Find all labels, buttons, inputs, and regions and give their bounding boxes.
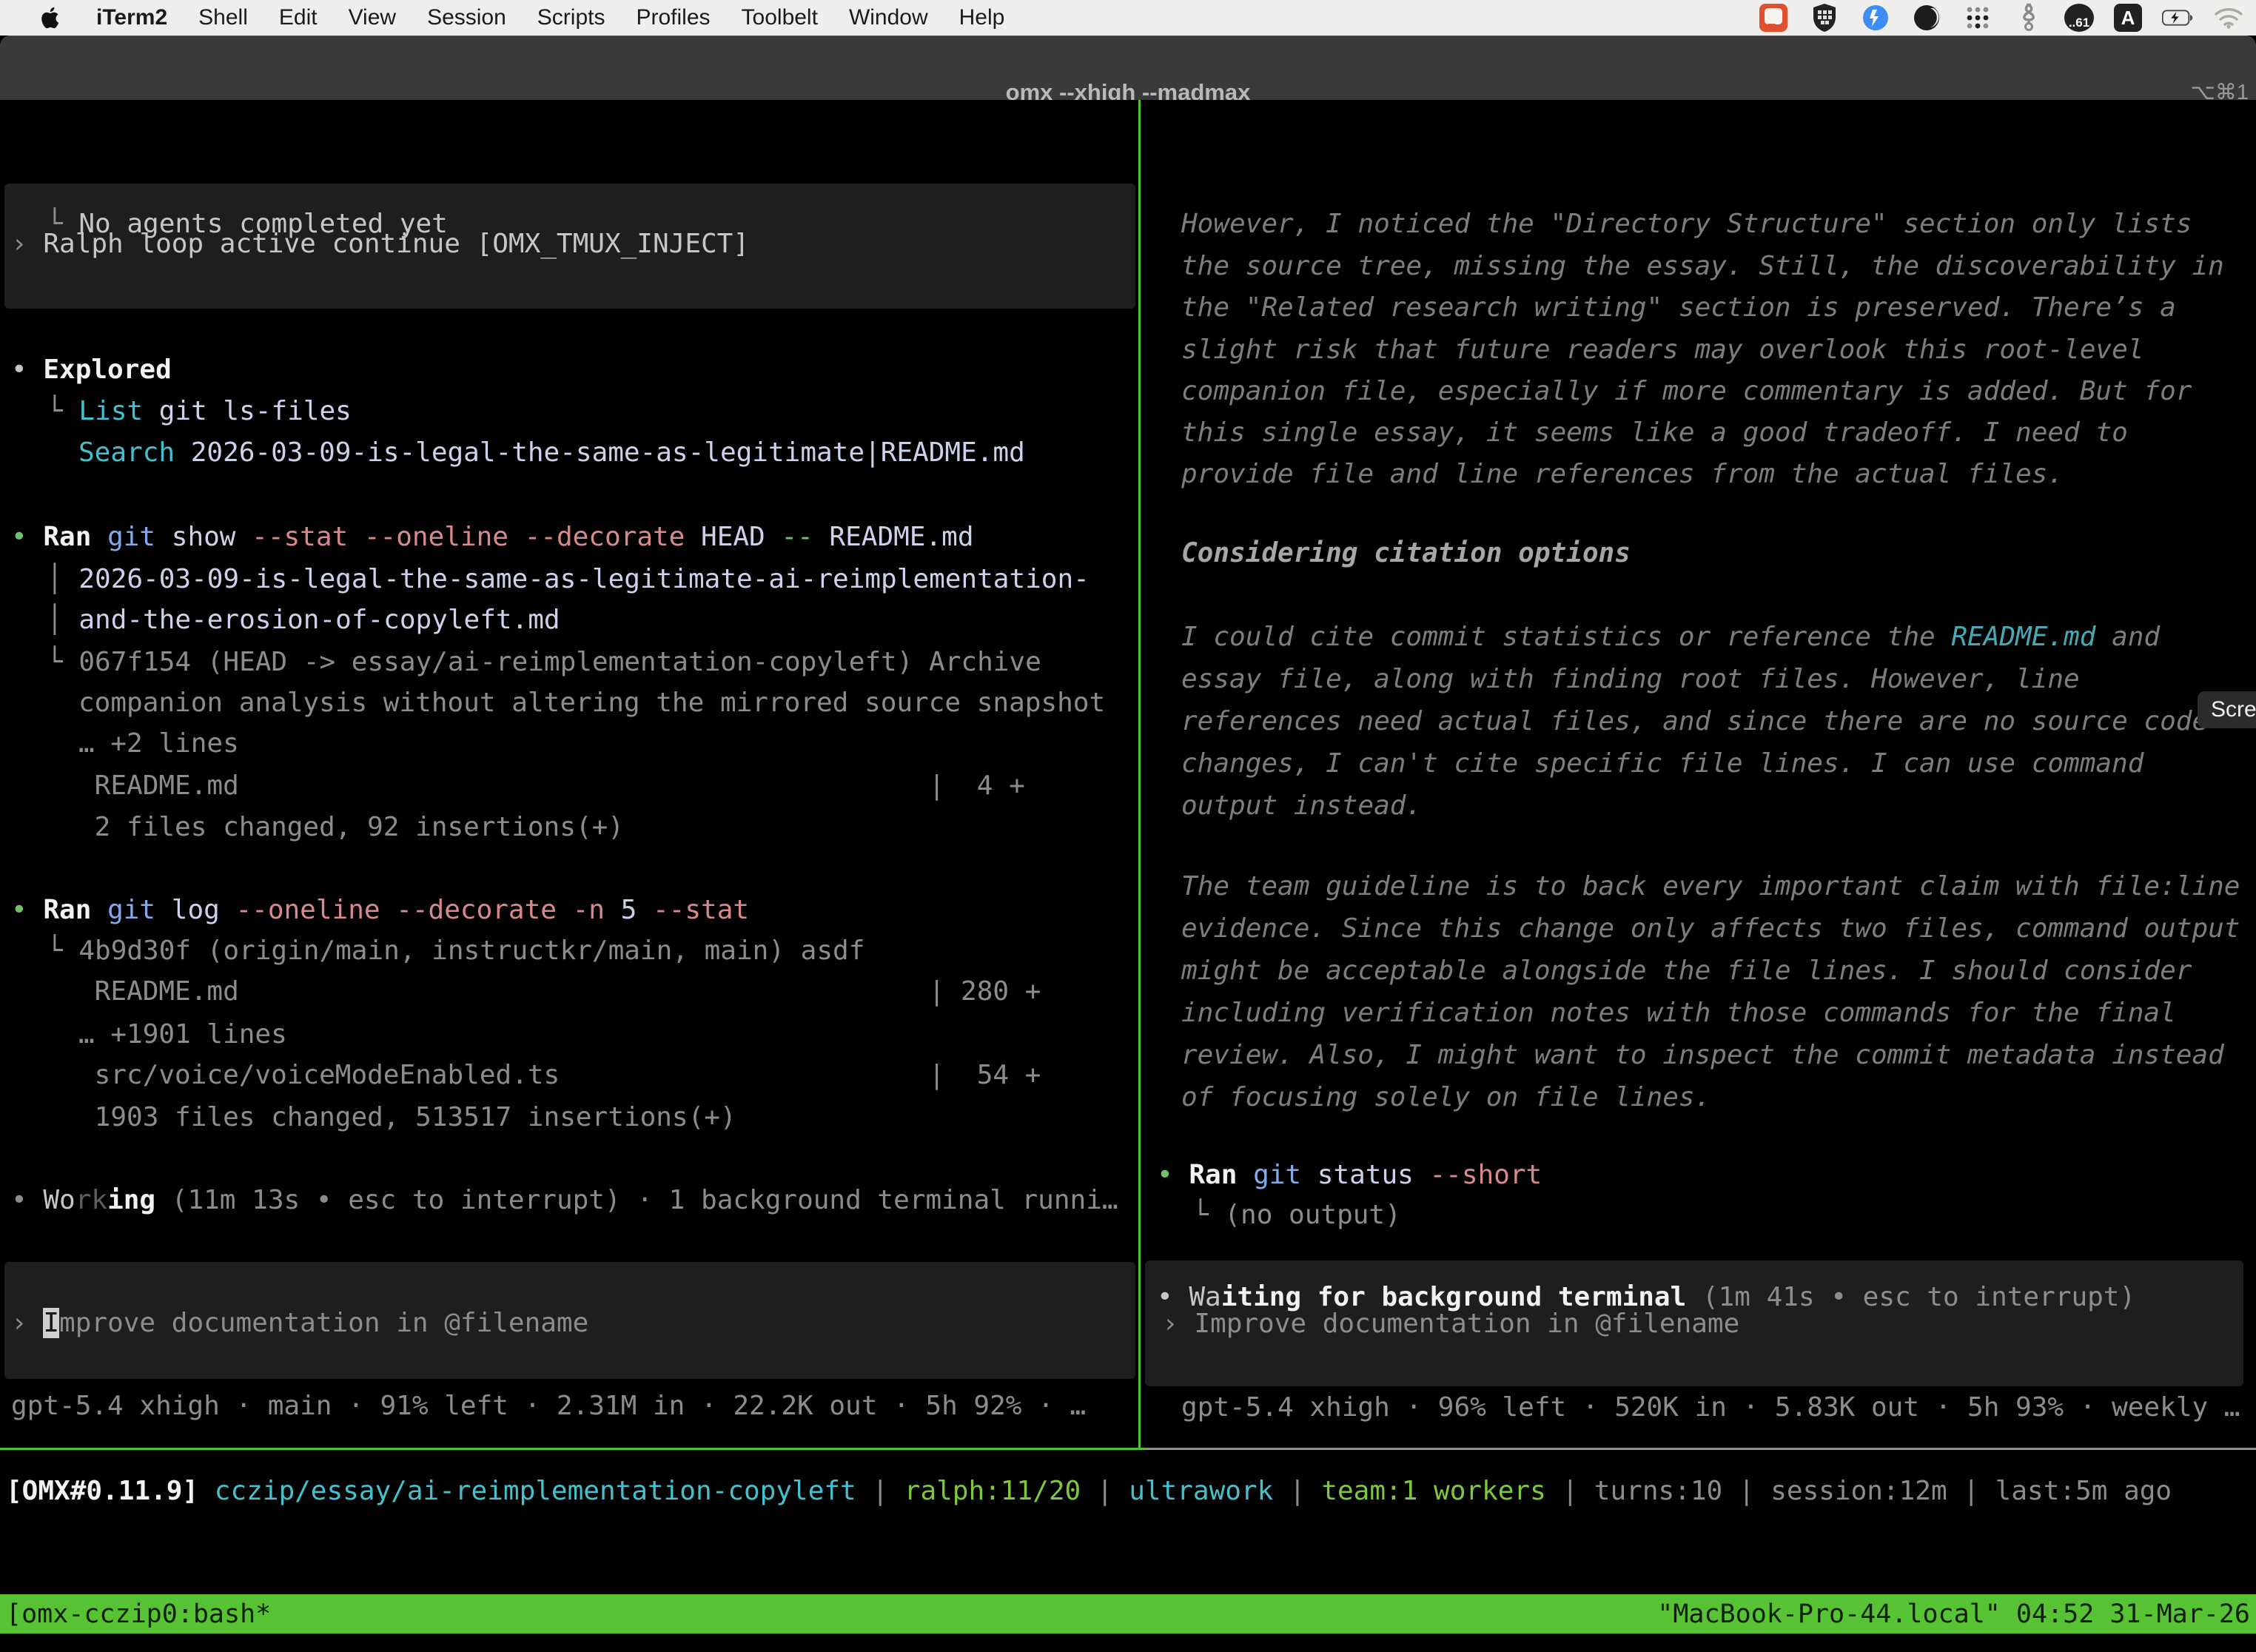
git-output: … +2 lines xyxy=(78,723,239,765)
menu-item-session[interactable]: Session xyxy=(427,5,506,30)
ran-git-log: • Ran git log --oneline --decorate -n 5 … xyxy=(11,890,749,931)
keyboard-a-icon[interactable]: A xyxy=(2114,4,2142,32)
ralph-loop-line: › Ralph loop active continue [OMX_TMUX_I… xyxy=(11,224,749,265)
cmd-continuation: │ and-the-erosion-of-copyleft.md xyxy=(47,600,560,641)
macos-menu-bar: iTerm2 Shell Edit View Session Scripts Profile… xyxy=(0,0,2256,36)
tmux-inactive-pane-border xyxy=(1146,1448,2256,1450)
reasoning-line: The team guideline is to back every impo… xyxy=(1181,866,2240,907)
reasoning-line: of focusing solely on file lines. xyxy=(1181,1077,1711,1118)
prompt-input-left: › Improve documentation in @filename xyxy=(11,1303,588,1344)
battery-icon[interactable] xyxy=(2162,2,2193,33)
git-output: README.md | 4 + xyxy=(78,765,1025,807)
menu-item-profiles[interactable]: Profiles xyxy=(636,5,710,30)
reasoning-line: output instead. xyxy=(1181,785,1422,827)
tmux-pane-divider[interactable] xyxy=(1138,100,1141,1450)
screen: iTerm2 Shell Edit View Session Scripts Profile… xyxy=(0,0,2256,1652)
menu-item-iterm2[interactable]: iTerm2 xyxy=(96,5,167,30)
menu-item-scripts[interactable]: Scripts xyxy=(537,5,605,30)
reasoning-line: including verification notes with those … xyxy=(1181,993,2176,1034)
git-output: └ 4b9d30f (origin/main, instructkr/main,… xyxy=(47,930,865,972)
apple-menu-icon[interactable] xyxy=(34,2,65,33)
blue-badge-icon[interactable] xyxy=(1860,2,1891,33)
shield-icon[interactable] xyxy=(1809,2,1840,33)
reasoning-line: I could cite commit statistics or refere… xyxy=(1181,617,2160,658)
reasoning-heading: Considering citation options xyxy=(1181,533,1631,574)
tmux-status-bar: [omx-cczip0:bash* "MacBook-Pro-44.local"… xyxy=(0,1594,2256,1633)
screen-share-tooltip: Scre xyxy=(2198,691,2256,728)
dots-grid-icon[interactable] xyxy=(1962,2,1993,33)
git-output: companion analysis without altering the … xyxy=(78,682,1105,724)
reasoning-line: evidence. Since this change only affects… xyxy=(1181,908,2240,950)
ran-git-show: • Ran git show --stat --oneline --decora… xyxy=(11,517,974,558)
reasoning-line: However, I noticed the "Directory Struct… xyxy=(1181,204,2192,245)
omx-status-line: [OMX#0.11.9] cczip/essay/ai-reimplementa… xyxy=(6,1471,2172,1512)
reasoning-line: might be acceptable alongside the file l… xyxy=(1181,950,2192,992)
cmd-continuation: │ 2026-03-09-is-legal-the-same-as-legiti… xyxy=(47,559,1090,600)
menu-item-shell[interactable]: Shell xyxy=(198,5,248,30)
menu-item-view[interactable]: View xyxy=(349,5,396,30)
explored-list: └ List git ls-files xyxy=(47,391,352,432)
menu-item-edit[interactable]: Edit xyxy=(279,5,318,30)
tmux-host-clock: "MacBook-Pro-44.local" 04:52 31-Mar-26 xyxy=(1657,1599,2250,1629)
tmux-window-item[interactable]: [omx-cczip0:bash* xyxy=(6,1599,271,1629)
reasoning-line: essay file, along with finding root file… xyxy=(1181,659,2080,700)
reasoning-line: provide file and line references from th… xyxy=(1181,454,2064,495)
working-status: • Working (11m 13s • esc to interrupt) ·… xyxy=(11,1180,1118,1221)
menu-item-help[interactable]: Help xyxy=(959,5,1005,30)
reasoning-line: review. Also, I might want to inspect th… xyxy=(1181,1035,2224,1076)
reasoning-line: the "Related research writing" section i… xyxy=(1181,287,2176,329)
explored-header: • Explored xyxy=(11,349,172,391)
window-titlebar: omx --xhigh --madmax ⌥⌘1 xyxy=(0,36,2256,100)
menu-item-toolbelt[interactable]: Toolbelt xyxy=(742,5,818,30)
reasoning-line: references need actual files, and since … xyxy=(1181,701,2208,742)
reasoning-line: changes, I can't cite specific file line… xyxy=(1181,743,2143,785)
git-output: └ 067f154 (HEAD -> essay/ai-reimplementa… xyxy=(47,642,1041,683)
moon-icon[interactable] xyxy=(1911,2,1942,33)
tmux-active-pane-border xyxy=(0,1448,1146,1450)
reasoning-line: this single essay, it seems like a good … xyxy=(1181,412,2128,454)
menu-item-window[interactable]: Window xyxy=(849,5,928,30)
git-output: 2 files changed, 92 insertions(+) xyxy=(78,807,624,848)
chat-icon[interactable] xyxy=(1758,2,1789,33)
reasoning-line: companion file, especially if more comme… xyxy=(1181,371,2192,412)
explored-search: Search 2026-03-09-is-legal-the-same-as-l… xyxy=(78,432,1025,474)
prompt-input-right: › Improve documentation in @filename xyxy=(1162,1303,1739,1345)
git-output: README.md | 280 + xyxy=(78,971,1041,1013)
hook-icon[interactable] xyxy=(2013,2,2044,33)
wifi-icon[interactable] xyxy=(2213,2,2244,33)
git-output: src/voice/voiceModeEnabled.ts | 54 + xyxy=(78,1055,1041,1096)
menu-host: iTerm2 Shell Edit View Session Scripts Profile… xyxy=(96,5,1004,30)
git-output: … +1901 lines xyxy=(78,1014,287,1055)
model-status-right: gpt-5.4 xhigh · 96% left · 520K in · 5.8… xyxy=(1181,1387,2240,1428)
ran-git-status: • Ran git status --short xyxy=(1157,1155,1542,1196)
git-output: └ (no output) xyxy=(1192,1195,1401,1236)
git-output: 1903 files changed, 513517 insertions(+) xyxy=(78,1097,736,1138)
model-status-left: gpt-5.4 xhigh · main · 91% left · 2.31M … xyxy=(11,1386,1086,1427)
reasoning-line: the source tree, missing the essay. Stil… xyxy=(1181,246,2224,287)
tooltip-label: Scre xyxy=(2211,697,2256,722)
badge-61-icon[interactable]: ..61 xyxy=(2064,4,2094,32)
terminal-area: └ No agents completed yet› Ralph loop ac… xyxy=(0,100,2256,1652)
reasoning-line: slight risk that future readers may over… xyxy=(1181,329,2143,371)
